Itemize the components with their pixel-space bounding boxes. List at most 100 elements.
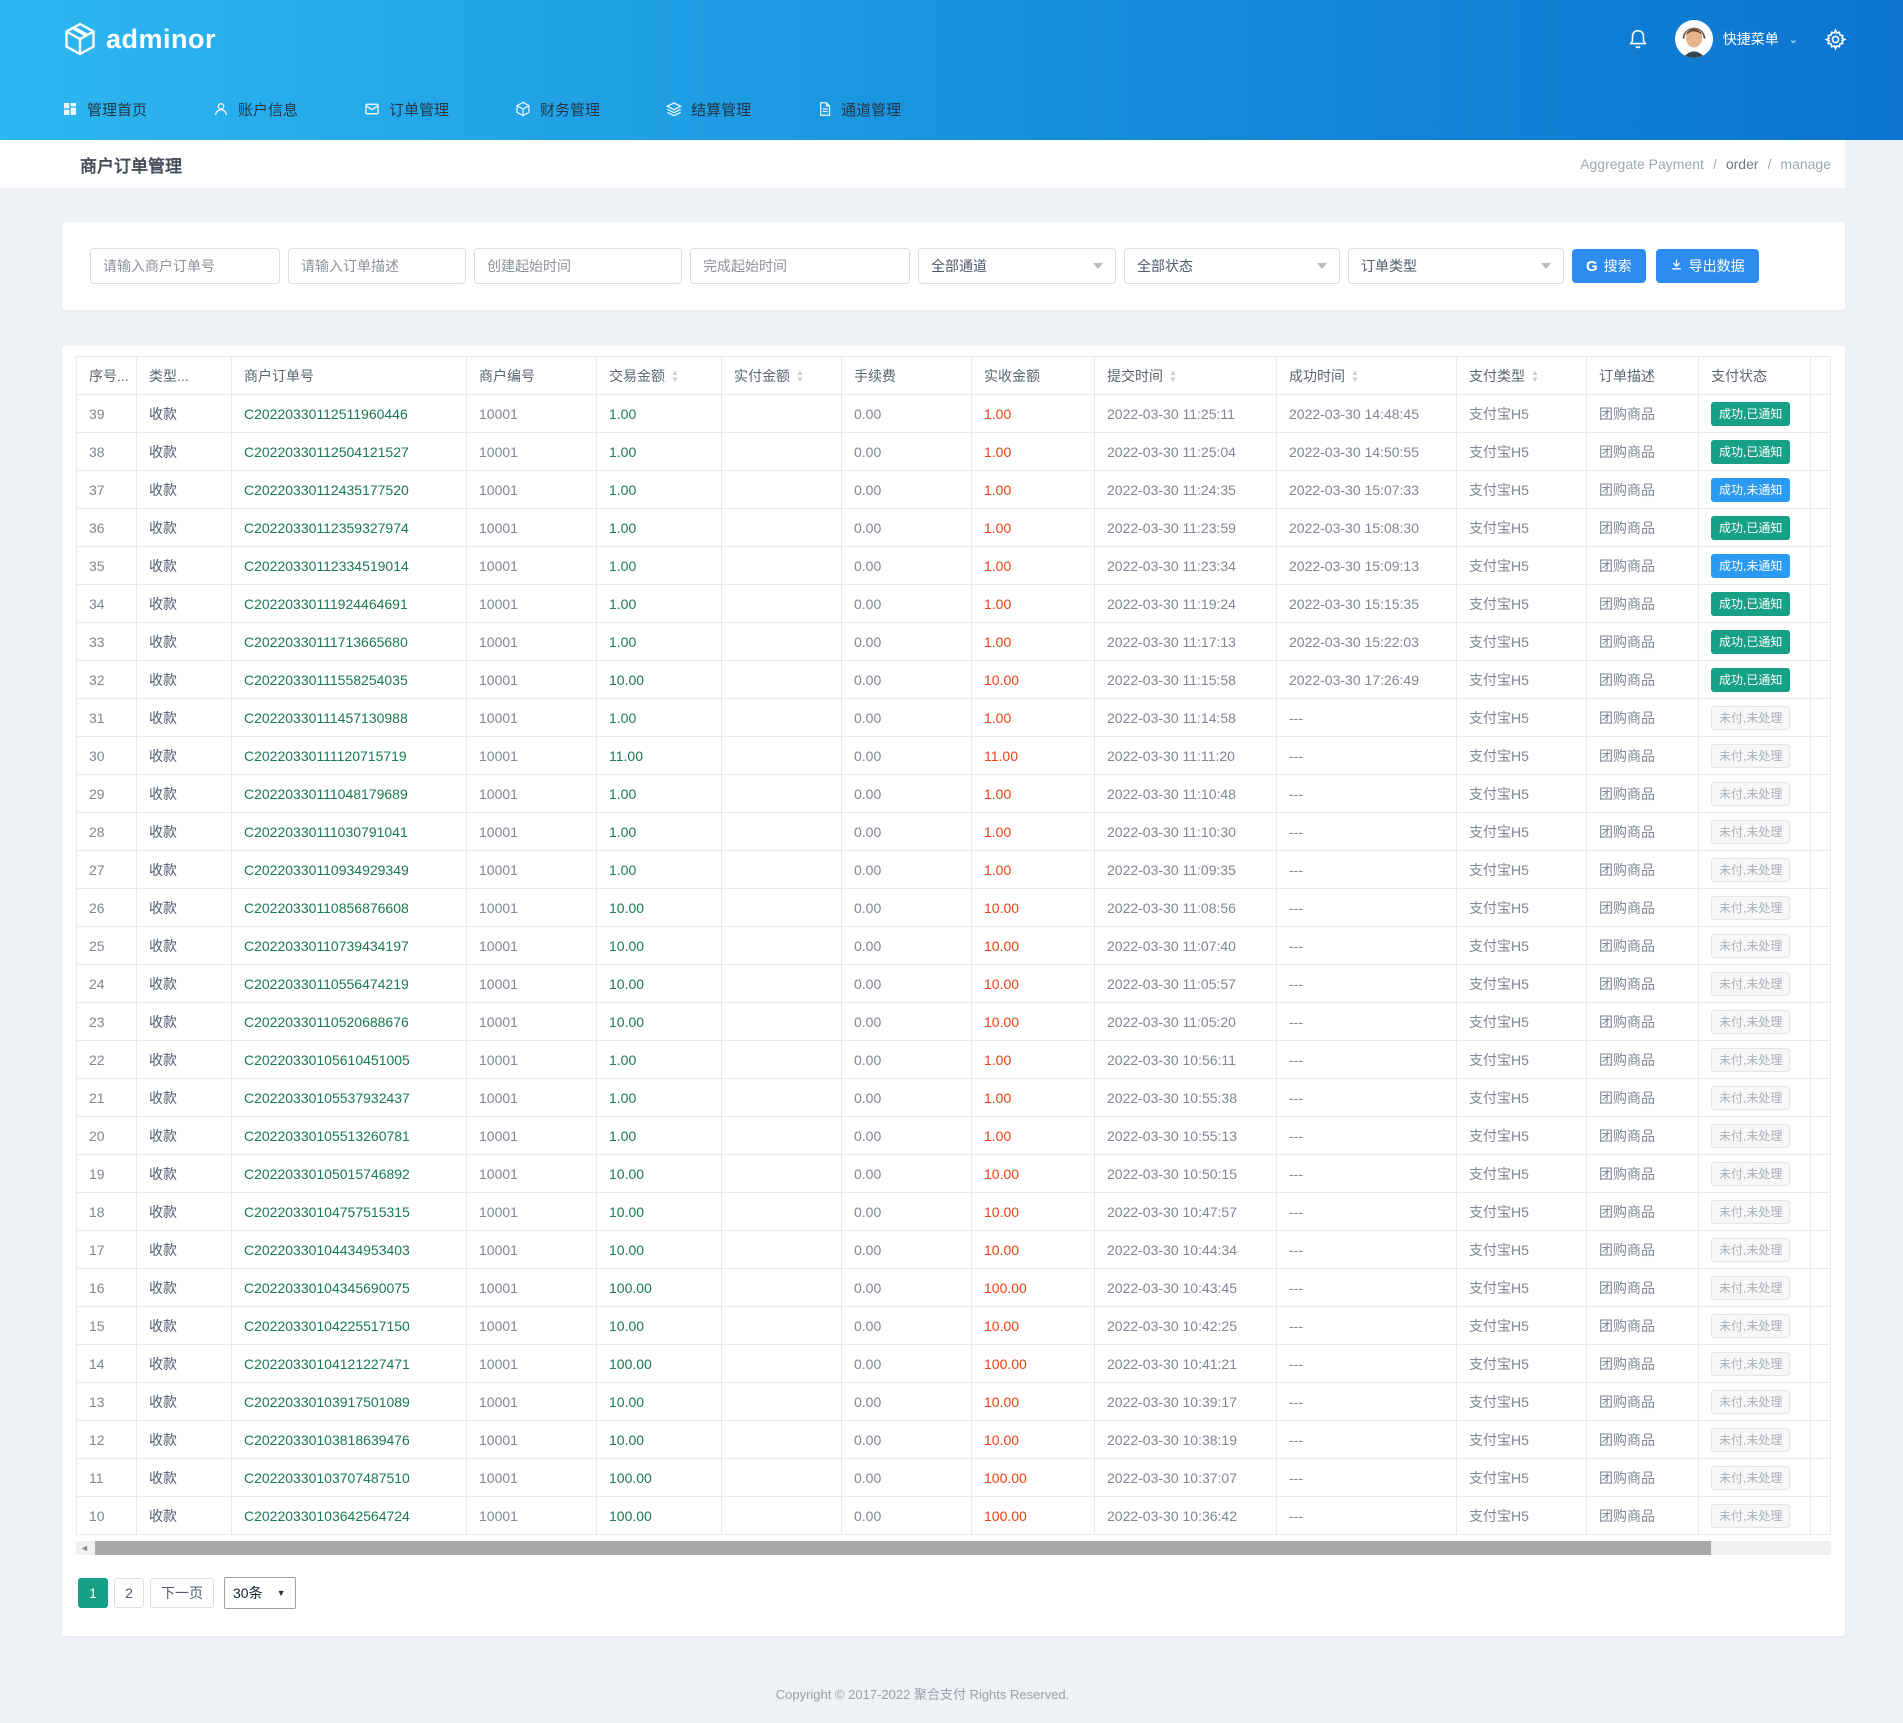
channel-select[interactable]: 全部通道 bbox=[918, 248, 1116, 284]
nav-item-6[interactable]: 通道管理 bbox=[817, 99, 901, 120]
cell-paid-amount bbox=[722, 737, 842, 775]
status-badge: 未付,未处理 bbox=[1711, 782, 1790, 806]
settings-gear-icon[interactable] bbox=[1824, 28, 1847, 51]
cell-status: 成功,未通知 bbox=[1699, 547, 1811, 585]
table-row: 38收款C20220330112504121527100011.000.001.… bbox=[77, 433, 1831, 471]
column-header: 成功时间▲▼ bbox=[1277, 357, 1457, 395]
table-row: 18收款C202203301047575153151000110.000.001… bbox=[77, 1193, 1831, 1231]
status-badge: 未付,未处理 bbox=[1711, 1010, 1790, 1034]
cell-fee: 0.00 bbox=[842, 813, 972, 851]
cell-received: 11.00 bbox=[972, 737, 1095, 775]
cell-merchant-no: 10001 bbox=[467, 1079, 597, 1117]
nav-item-label: 管理首页 bbox=[87, 99, 147, 120]
order-no-input[interactable] bbox=[90, 248, 280, 284]
cell-desc: 团购商品 bbox=[1587, 813, 1699, 851]
cell-fee: 0.00 bbox=[842, 1231, 972, 1269]
status-badge: 未付,未处理 bbox=[1711, 934, 1790, 958]
cell-submit-time: 2022-03-30 10:41:21 bbox=[1095, 1345, 1277, 1383]
column-header: 支付类型▲▼ bbox=[1457, 357, 1587, 395]
cell-merchant-no: 10001 bbox=[467, 547, 597, 585]
search-button[interactable]: G 搜索 bbox=[1572, 249, 1646, 283]
cell-merchant-no: 10001 bbox=[467, 433, 597, 471]
cell-desc: 团购商品 bbox=[1587, 927, 1699, 965]
cell-amount: 1.00 bbox=[597, 775, 722, 813]
cell-fee: 0.00 bbox=[842, 1345, 972, 1383]
cell-success-time: --- bbox=[1277, 775, 1457, 813]
app-logo[interactable]: adminor bbox=[62, 21, 216, 57]
column-header-label: 交易金额 bbox=[609, 366, 665, 386]
page-size-select[interactable]: 30条 ▼ bbox=[224, 1577, 296, 1609]
cell-fee: 0.00 bbox=[842, 661, 972, 699]
cell-success-time: --- bbox=[1277, 889, 1457, 927]
sort-carets-icon[interactable]: ▲▼ bbox=[796, 369, 804, 383]
order-desc-input[interactable] bbox=[288, 248, 466, 284]
select-caret-icon bbox=[1541, 263, 1551, 269]
breadcrumb-root[interactable]: Aggregate Payment bbox=[1580, 156, 1704, 172]
cell-order-no: C20220330112511960446 bbox=[232, 395, 467, 433]
page-button-2[interactable]: 2 bbox=[114, 1578, 144, 1608]
cell-success-time: --- bbox=[1277, 1459, 1457, 1497]
next-page-button[interactable]: 下一页 bbox=[150, 1578, 214, 1608]
table-row: 15收款C202203301042255171501000110.000.001… bbox=[77, 1307, 1831, 1345]
sort-carets-icon[interactable]: ▲▼ bbox=[671, 369, 679, 383]
cell-fee: 0.00 bbox=[842, 623, 972, 661]
cell-paid-amount bbox=[722, 433, 842, 471]
cell-order-no: C20220330110556474219 bbox=[232, 965, 467, 1003]
user-menu[interactable]: 快捷菜单 ⌄ bbox=[1675, 20, 1798, 58]
export-button[interactable]: 导出数据 bbox=[1656, 249, 1759, 283]
cell-received: 10.00 bbox=[972, 927, 1095, 965]
cell-success-time: 2022-03-30 15:22:03 bbox=[1277, 623, 1457, 661]
cube-icon bbox=[515, 101, 531, 117]
cell-desc: 团购商品 bbox=[1587, 395, 1699, 433]
nav-item-2[interactable]: 账户信息 bbox=[213, 99, 298, 120]
cell-paid-amount bbox=[722, 851, 842, 889]
sort-carets-icon[interactable]: ▲▼ bbox=[1531, 369, 1539, 383]
cell-fee: 0.00 bbox=[842, 547, 972, 585]
sort-carets-icon[interactable]: ▲▼ bbox=[1169, 369, 1177, 383]
cell-merchant-no: 10001 bbox=[467, 509, 597, 547]
cell-received: 1.00 bbox=[972, 775, 1095, 813]
cell-received: 10.00 bbox=[972, 1193, 1095, 1231]
create-time-input[interactable] bbox=[474, 248, 682, 284]
scrollbar-left-arrow[interactable]: ◄ bbox=[76, 1541, 93, 1555]
cell-amount: 10.00 bbox=[597, 889, 722, 927]
cell-amount: 10.00 bbox=[597, 1231, 722, 1269]
cell-pay-type: 支付宝H5 bbox=[1457, 965, 1587, 1003]
cell-type: 收款 bbox=[137, 1003, 232, 1041]
cell--blank bbox=[1811, 1155, 1831, 1193]
cell-received: 10.00 bbox=[972, 1421, 1095, 1459]
scrollbar-thumb[interactable] bbox=[95, 1541, 1711, 1555]
column-header-label: 提交时间 bbox=[1107, 366, 1163, 386]
cell-pay-type: 支付宝H5 bbox=[1457, 1079, 1587, 1117]
cell-seq: 31 bbox=[77, 699, 137, 737]
cell-received: 1.00 bbox=[972, 509, 1095, 547]
cell-success-time: 2022-03-30 14:48:45 bbox=[1277, 395, 1457, 433]
cell-submit-time: 2022-03-30 11:25:04 bbox=[1095, 433, 1277, 471]
order-type-select[interactable]: 订单类型 bbox=[1348, 248, 1564, 284]
table-row: 34收款C20220330111924464691100011.000.001.… bbox=[77, 585, 1831, 623]
finish-time-input[interactable] bbox=[690, 248, 910, 284]
page-button-1[interactable]: 1 bbox=[78, 1578, 108, 1608]
cell-type: 收款 bbox=[137, 433, 232, 471]
breadcrumb: Aggregate Payment / order / manage bbox=[1580, 156, 1831, 172]
nav-item-4[interactable]: 财务管理 bbox=[515, 99, 600, 120]
status-select[interactable]: 全部状态 bbox=[1124, 248, 1340, 284]
cell-submit-time: 2022-03-30 11:10:30 bbox=[1095, 813, 1277, 851]
status-badge: 未付,未处理 bbox=[1711, 1466, 1790, 1490]
cell-order-no: C20220330111120715719 bbox=[232, 737, 467, 775]
cell-pay-type: 支付宝H5 bbox=[1457, 509, 1587, 547]
notification-bell-icon[interactable] bbox=[1627, 27, 1649, 51]
nav-item-3[interactable]: 订单管理 bbox=[364, 99, 449, 120]
cell-type: 收款 bbox=[137, 699, 232, 737]
cell-submit-time: 2022-03-30 10:37:07 bbox=[1095, 1459, 1277, 1497]
cell-amount: 10.00 bbox=[597, 965, 722, 1003]
cell--blank bbox=[1811, 965, 1831, 1003]
table-row: 21收款C20220330105537932437100011.000.001.… bbox=[77, 1079, 1831, 1117]
breadcrumb-order[interactable]: order bbox=[1726, 156, 1759, 172]
cell-success-time: --- bbox=[1277, 737, 1457, 775]
scrollbar-track[interactable] bbox=[93, 1541, 1831, 1555]
cell-desc: 团购商品 bbox=[1587, 1459, 1699, 1497]
nav-item-1[interactable]: 管理首页 bbox=[62, 99, 147, 120]
nav-item-5[interactable]: 结算管理 bbox=[666, 99, 751, 120]
sort-carets-icon[interactable]: ▲▼ bbox=[1351, 369, 1359, 383]
